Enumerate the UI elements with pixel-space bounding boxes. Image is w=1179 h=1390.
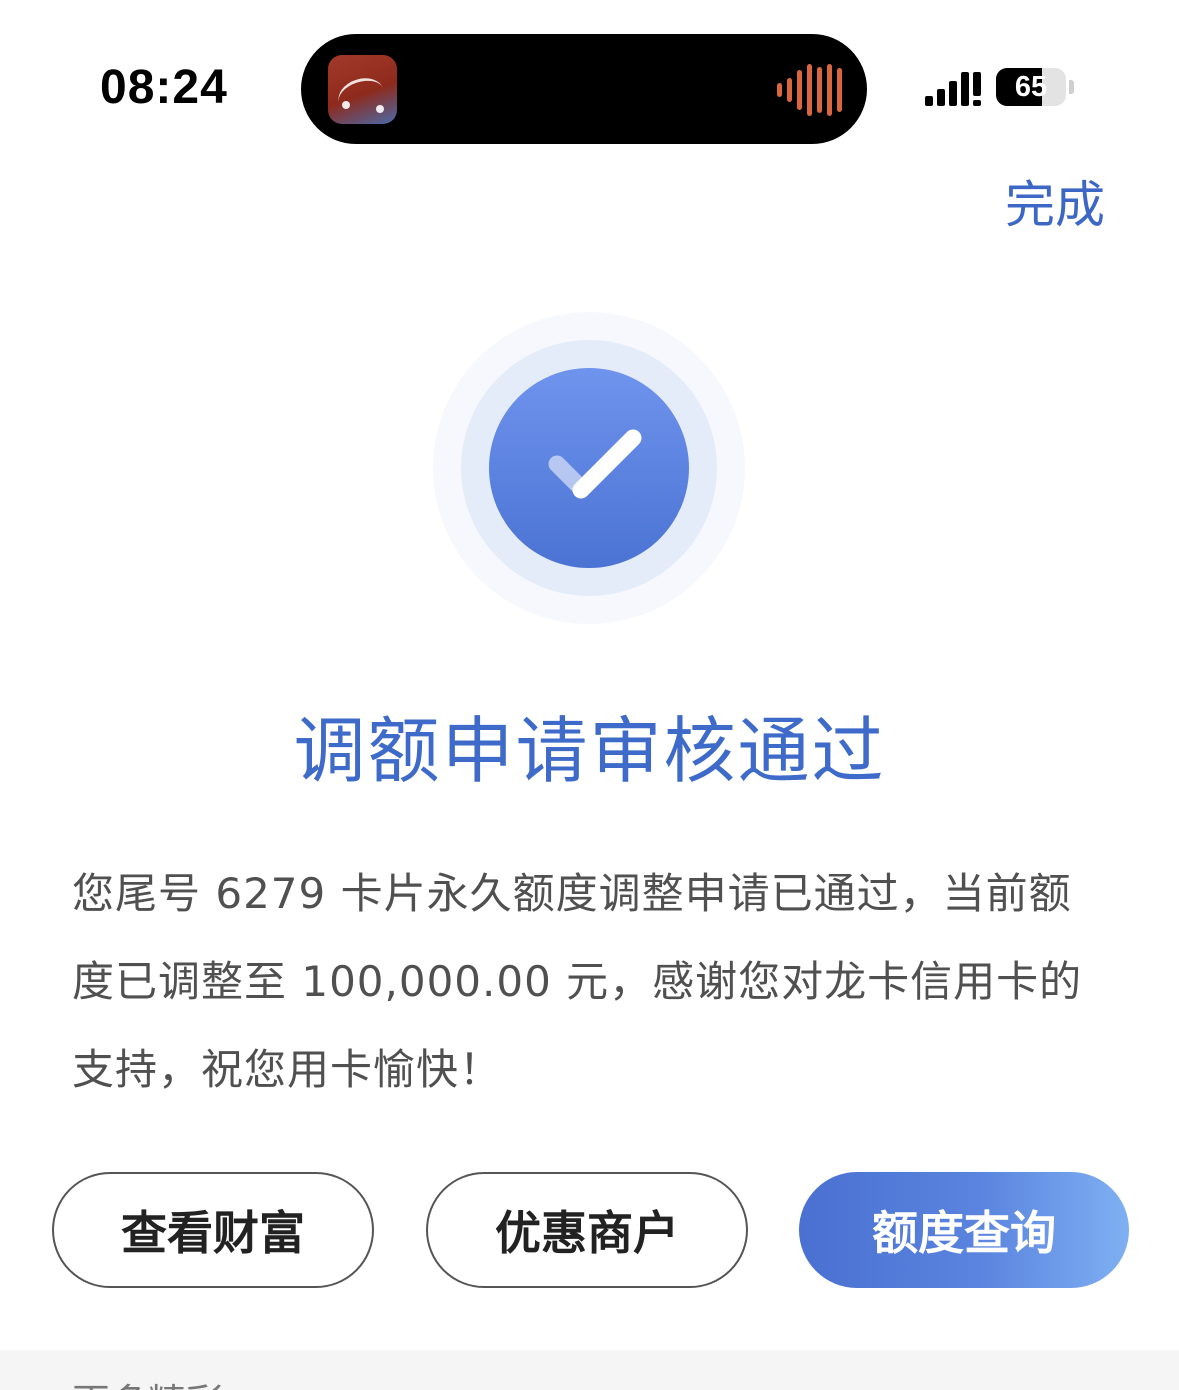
audio-waveform-icon <box>777 64 842 116</box>
battery-icon: 65 <box>996 68 1066 106</box>
result-title: 调额申请审核通过 <box>293 709 886 793</box>
credit-limit-query-button[interactable]: 额度查询 <box>799 1172 1129 1288</box>
result-message: 您尾号 6279 卡片永久额度调整申请已通过，当前额度已调整至 100,000.… <box>72 869 1083 1094</box>
battery-cap <box>1069 80 1074 94</box>
more-section-label: 更多精彩 <box>72 1372 224 1390</box>
view-wealth-button[interactable]: 查看财富 <box>52 1172 374 1288</box>
music-app-icon[interactable] <box>328 55 397 124</box>
limit-adjust-result-screen: 08:24 65 完成 调额申请审核通过 您尾号 6279 卡片永久额度调整申请… <box>0 0 1179 1390</box>
app-artwork-dot <box>342 101 350 109</box>
done-button[interactable]: 完成 <box>1005 165 1105 237</box>
signal-icon <box>925 72 981 106</box>
status-bar: 08:24 65 <box>0 0 1179 150</box>
status-time: 08:24 <box>100 61 228 114</box>
success-check-icon <box>433 312 745 624</box>
merchants-button[interactable]: 优惠商户 <box>426 1172 748 1288</box>
more-section: 更多精彩 <box>0 1350 1179 1390</box>
battery-percent: 65 <box>1014 71 1048 103</box>
dynamic-island[interactable] <box>301 34 867 144</box>
checkmark-icon <box>548 429 642 499</box>
app-artwork-dot <box>376 105 384 113</box>
